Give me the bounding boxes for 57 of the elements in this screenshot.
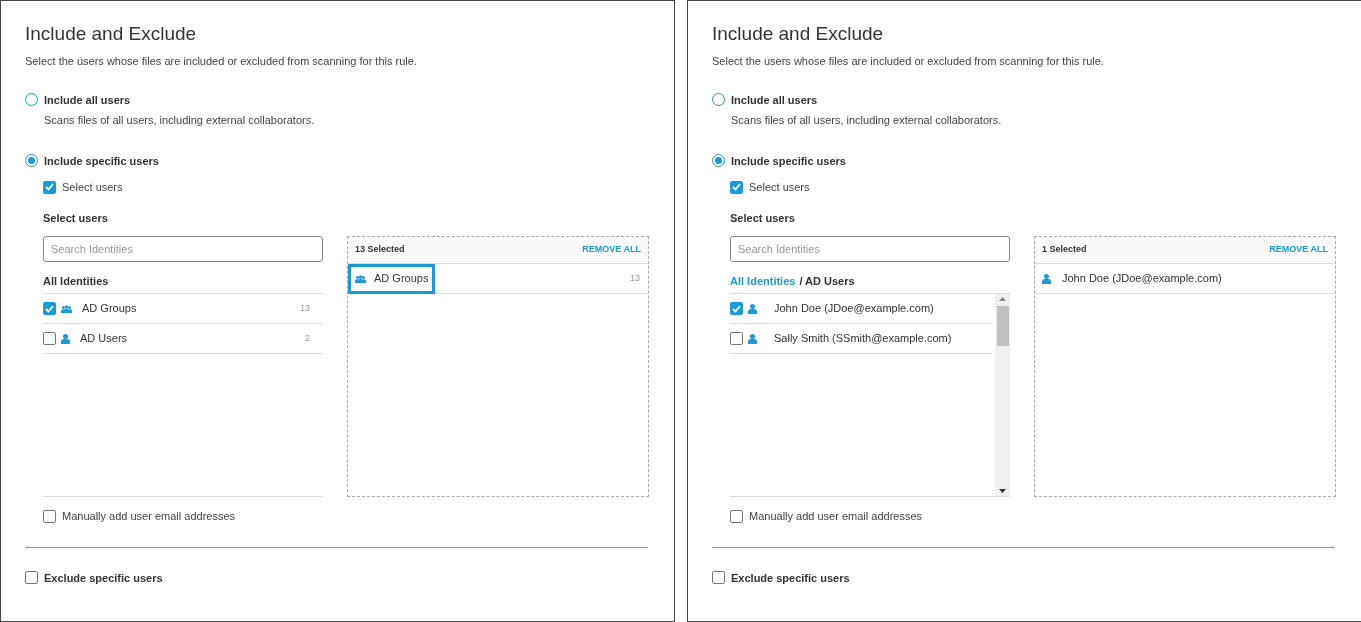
user-icon bbox=[1042, 273, 1051, 284]
radio-button[interactable] bbox=[712, 93, 725, 107]
checkbox[interactable] bbox=[43, 302, 56, 315]
checkbox-label: Exclude specific users bbox=[44, 570, 163, 586]
checkbox[interactable] bbox=[730, 509, 743, 523]
checkbox-label: Manually add user email addresses bbox=[749, 509, 923, 524]
scrollbar[interactable] bbox=[995, 294, 1010, 496]
section-label: Select users bbox=[43, 210, 109, 226]
radio-button[interactable] bbox=[712, 154, 725, 168]
scrollbar-thumb[interactable] bbox=[996, 306, 1009, 346]
breadcrumb-label: / AD Users bbox=[799, 273, 855, 289]
checkbox[interactable] bbox=[730, 180, 743, 194]
radio-label: Include specific users bbox=[731, 153, 846, 169]
checkbox[interactable] bbox=[730, 302, 743, 315]
group-icon bbox=[61, 304, 72, 313]
radio-button[interactable] bbox=[25, 93, 38, 107]
breadcrumb-label: All Identities bbox=[43, 273, 109, 289]
radio-button[interactable] bbox=[25, 154, 38, 168]
checkbox[interactable] bbox=[43, 332, 56, 345]
count-label: 2 bbox=[305, 331, 310, 345]
radio-label: Include all users bbox=[44, 92, 131, 108]
radio-label: Include specific users bbox=[44, 153, 159, 169]
checkbox-label: Manually add user email addresses bbox=[62, 509, 236, 524]
count-label: 13 bbox=[300, 301, 310, 315]
radio-label: Include all users bbox=[731, 92, 818, 108]
section-label: Select users bbox=[730, 210, 796, 226]
user-icon bbox=[748, 303, 757, 314]
list-row[interactable]: Sally Smith (SSmith@example.com) bbox=[730, 324, 993, 354]
selected-count: 1 Selected bbox=[1042, 243, 1087, 257]
checkbox[interactable] bbox=[43, 509, 56, 523]
checkbox-label: Select users bbox=[62, 180, 123, 195]
checkbox[interactable] bbox=[43, 180, 56, 194]
user-icon bbox=[748, 333, 757, 344]
group-icon bbox=[355, 274, 366, 283]
selected-count: 13 Selected bbox=[355, 243, 405, 257]
list-row[interactable]: AD Users 2 bbox=[43, 324, 323, 354]
option-description: Scans files of all users, including external collaborators. bbox=[731, 113, 1003, 128]
selected-item[interactable]: AD Groups bbox=[348, 263, 436, 294]
scroll-up-icon[interactable] bbox=[998, 294, 1007, 304]
list-row[interactable]: AD Groups 13 bbox=[43, 294, 323, 324]
list-row[interactable]: John Doe (JDoe@example.com) bbox=[730, 294, 993, 324]
checkbox[interactable] bbox=[712, 571, 725, 585]
count-label: 13 bbox=[630, 271, 640, 285]
checkbox[interactable] bbox=[25, 571, 38, 585]
checkbox-label: Exclude specific users bbox=[731, 570, 850, 586]
option-description: Scans files of all users, including external collaborators. bbox=[44, 113, 316, 128]
user-icon bbox=[61, 333, 70, 344]
search-field[interactable]: Search Identities bbox=[43, 236, 323, 262]
panel-description: Select the users whose files are included or excluded from scanning for this rule. bbox=[712, 54, 1105, 69]
selected-item[interactable]: John Doe (JDoe@example.com) bbox=[1035, 263, 1229, 294]
panel-description: Select the users whose files are included or excluded from scanning for this rule. bbox=[25, 54, 418, 69]
panel-title: Include and Exclude bbox=[25, 23, 198, 45]
checkbox-label: Select users bbox=[749, 180, 810, 195]
panel-title: Include and Exclude bbox=[712, 23, 885, 45]
checkbox[interactable] bbox=[730, 332, 743, 345]
scroll-down-icon[interactable] bbox=[998, 486, 1007, 496]
search-field[interactable]: Search Identities bbox=[730, 236, 1010, 262]
